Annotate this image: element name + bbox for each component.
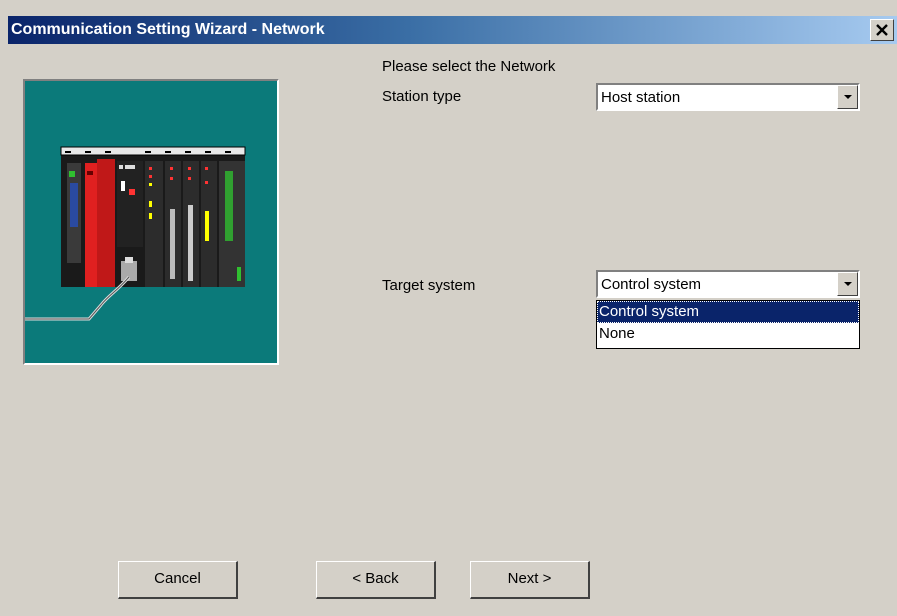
back-button[interactable]: < Back [316,561,436,599]
station-type-select[interactable]: Host station [596,83,860,111]
dropdown-option-control-system[interactable]: Control system [597,301,859,323]
station-type-label: Station type [382,88,462,105]
chevron-down-icon[interactable] [837,272,858,296]
close-icon [876,20,888,40]
network-instruction: Please select the Network [382,58,556,75]
title-bar: Communication Setting Wizard - Network [8,16,897,44]
target-system-select[interactable]: Control system [596,270,860,298]
window-title: Communication Setting Wizard - Network [11,21,325,38]
cancel-button[interactable]: Cancel [118,561,238,599]
close-button[interactable] [870,19,894,41]
target-system-label: Target system [382,277,476,294]
dropdown-option-none[interactable]: None [597,323,859,345]
station-type-value: Host station [601,89,681,106]
target-system-dropdown: Control system None [596,300,860,349]
plc-illustration [23,79,279,365]
next-button[interactable]: Next > [470,561,590,599]
target-system-value: Control system [601,276,702,293]
chevron-down-icon[interactable] [837,85,858,109]
